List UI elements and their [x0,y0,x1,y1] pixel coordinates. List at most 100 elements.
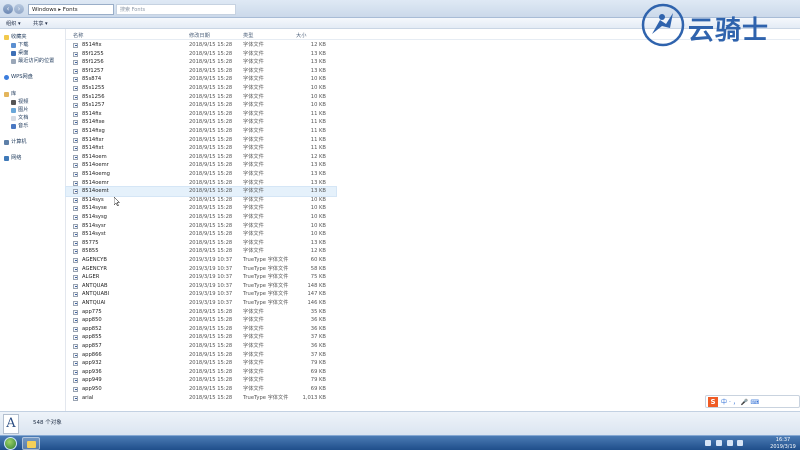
file-type: 字体文件 [243,334,264,341]
nav-label: 计算机 [11,139,27,145]
file-type: 字体文件 [243,85,264,91]
network-icon[interactable] [726,440,733,446]
system-tray [705,440,765,448]
font-file-icon [73,206,78,212]
nav-computer[interactable]: 计算机 [4,139,27,146]
forward-button[interactable]: › [14,4,24,14]
file-row[interactable]: 85855 2018/9/15 15:28 字体文件 12 KB [66,247,336,256]
nav-label: WPS网盘 [11,74,33,80]
file-row[interactable]: 85s1255 2018/9/15 15:28 字体文件 10 KB [66,84,336,93]
tray-app-icon[interactable] [705,440,711,446]
file-row[interactable]: 8514oemg 2018/9/15 15:28 字体文件 13 KB [66,170,336,179]
file-name: 8514sysr [82,222,106,229]
file-row[interactable]: 8514sysr 2018/9/15 15:28 字体文件 10 KB [66,222,336,231]
file-name: 8514fixe [82,119,105,126]
file-row[interactable]: 8514oemr 2018/9/15 15:28 字体文件 13 KB [66,161,336,170]
nav-documents[interactable]: 文档 [11,115,28,122]
column-name[interactable]: 名称 [73,32,83,39]
nav-desktop[interactable]: 桌面 [11,50,28,57]
nav-label: 网络 [11,155,22,161]
file-size: 10 KB [310,196,326,203]
volume-icon[interactable] [737,440,744,446]
file-size: 79 KB [310,360,326,367]
font-file-icon [73,283,78,289]
file-row[interactable]: 8514sys 2018/9/15 15:28 字体文件 10 KB [66,196,336,205]
nav-videos[interactable]: 视频 [11,99,28,106]
file-row[interactable]: ANTQUABI 2019/3/19 10:37 TrueType 字体文件 147 … [66,290,336,299]
file-row[interactable]: app950 2018/9/15 15:28 字体文件 69 KB [66,385,336,394]
file-row[interactable]: app855 2018/9/15 15:28 字体文件 37 KB [66,333,336,342]
file-row[interactable]: 8514fixr 2018/9/15 15:28 字体文件 11 KB [66,136,336,145]
file-row[interactable]: 8514syst 2018/9/15 15:28 字体文件 10 KB [66,230,336,239]
file-row[interactable]: 8514fixe 2018/9/15 15:28 字体文件 11 KB [66,118,336,127]
organize-menu[interactable]: 组织 ▾ [6,20,21,27]
nav-libraries[interactable]: 库 [4,91,16,98]
file-row[interactable]: 8514fix 2018/9/15 15:28 字体文件 11 KB [66,110,336,119]
file-type: 字体文件 [243,102,264,109]
file-row[interactable]: arial 2018/9/15 15:28 TrueType 字体文件 1,013 K… [66,394,336,403]
nav-network[interactable]: 网络 [4,155,21,162]
file-row[interactable]: 8514sysg 2018/9/15 15:28 字体文件 10 KB [66,213,336,222]
ime-toolbar[interactable]: S 中·，🎤⌨ [705,395,800,408]
nav-music[interactable]: 音乐 [11,123,28,130]
file-type: 字体文件 [243,171,264,177]
file-date: 2018/9/15 15:28 [189,394,233,401]
file-date: 2018/9/15 15:28 [189,188,233,195]
nav-label: 库 [11,91,17,97]
file-row[interactable]: 85775 2018/9/15 15:28 字体文件 13 KB [66,239,336,248]
file-row[interactable]: 85f1256 2018/9/15 15:28 字体文件 13 KB [66,58,336,67]
file-row[interactable]: ALGER 2019/3/19 10:37 TrueType 字体文件 75 KB [66,273,336,282]
file-row[interactable]: ANTQUAI 2019/3/19 10:37 TrueType 字体文件 146 K… [66,299,336,308]
column-size[interactable]: 大小 [296,32,306,39]
file-row[interactable]: app932 2018/9/15 15:28 字体文件 79 KB [66,359,336,368]
file-row[interactable]: 8514fix 2018/9/15 15:28 字体文件 12 KB [66,41,336,50]
file-row[interactable]: 8514syse 2018/9/15 15:28 字体文件 10 KB [66,204,336,213]
search-input[interactable]: 搜索 Fonts [116,4,236,15]
column-date[interactable]: 修改日期 [189,32,210,39]
file-date: 2018/9/15 15:28 [189,317,233,324]
clock[interactable]: 16:37 2019/3/19 [768,437,798,450]
file-row[interactable]: app857 2018/9/15 15:28 字体文件 36 KB [66,342,336,351]
file-row[interactable]: 8514oemr 2018/9/15 15:28 字体文件 13 KB [66,179,336,188]
nav-wps[interactable]: WPS网盘 [4,74,33,81]
file-row[interactable]: 85f1257 2018/9/15 15:28 字体文件 13 KB [66,67,336,76]
nav-favorites[interactable]: 收藏夹 [4,34,27,41]
file-row[interactable]: AGENCYB 2019/3/19 10:37 TrueType 字体文件 60 KB [66,256,336,265]
column-type[interactable]: 类型 [243,32,253,39]
start-button[interactable] [4,437,17,450]
back-button[interactable]: ‹ [3,4,13,14]
file-row[interactable]: app852 2018/9/15 15:28 字体文件 36 KB [66,325,336,334]
picture-icon [11,108,16,113]
file-row[interactable]: 85s874 2018/9/15 15:28 字体文件 10 KB [66,75,336,84]
file-row[interactable]: app775 2018/9/15 15:28 字体文件 35 KB [66,308,336,317]
file-row[interactable]: 8514fixt 2018/9/15 15:28 字体文件 11 KB [66,144,336,153]
star-icon [4,35,9,40]
file-row[interactable]: ANTQUAB 2019/3/19 10:37 TrueType 字体文件 148 K… [66,282,336,291]
file-row[interactable]: app936 2018/9/15 15:28 字体文件 69 KB [66,368,336,377]
file-size: 148 KB [307,282,326,289]
file-name: 8514syst [82,231,106,238]
file-row[interactable]: AGENCYR 2019/3/19 10:37 TrueType 字体文件 58 KB [66,265,336,274]
nav-pictures[interactable]: 图片 [11,107,28,114]
file-row[interactable]: app866 2018/9/15 15:28 字体文件 37 KB [66,351,336,360]
file-row[interactable]: app850 2018/9/15 15:28 字体文件 36 KB [66,316,336,325]
file-row[interactable]: 85s1256 2018/9/15 15:28 字体文件 10 KB [66,93,336,102]
share-menu[interactable]: 共享 ▾ [33,20,48,27]
file-row[interactable]: 8514oemt 2018/9/15 15:28 字体文件 13 KB [65,186,337,197]
nav-label: 最近访问的位置 [18,58,55,64]
file-row[interactable]: 8514oem 2018/9/15 15:28 字体文件 12 KB [66,153,336,162]
navigation-pane: 收藏夹 下载 桌面 最近访问的位置 WPS网盘 库 视频 图片 文档 音乐 计算… [0,29,66,411]
file-row[interactable]: app949 2018/9/15 15:28 字体文件 79 KB [66,376,336,385]
breadcrumb[interactable]: Windows ▸ Fonts [28,4,114,15]
file-row[interactable]: 85s1257 2018/9/15 15:28 字体文件 10 KB [66,101,336,110]
explorer-taskbar-button[interactable] [22,437,40,450]
file-name: 8514fix [82,42,102,48]
tray-app-icon[interactable] [715,440,722,446]
font-file-icon [73,146,78,152]
file-row[interactable]: 85f1255 2018/9/15 15:28 字体文件 13 KB [66,50,336,59]
file-row[interactable]: 8514fixg 2018/9/15 15:28 字体文件 11 KB [66,127,336,136]
nav-recent[interactable]: 最近访问的位置 [11,58,54,65]
file-name: 8514fixt [82,145,104,152]
nav-downloads[interactable]: 下载 [11,42,28,49]
file-name: 85s1256 [82,93,105,100]
